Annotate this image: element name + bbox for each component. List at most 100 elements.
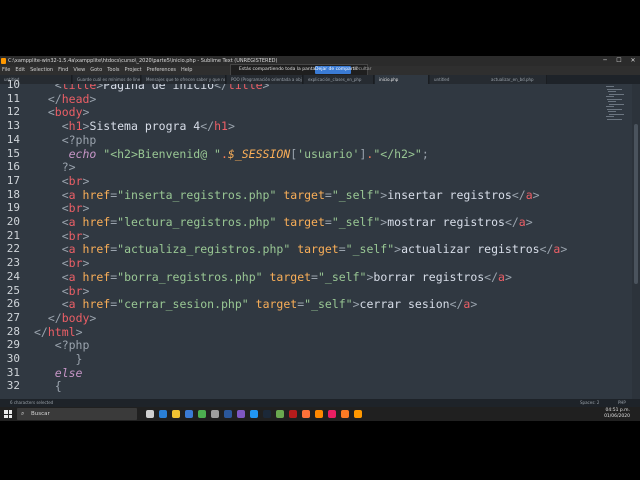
menu-edit[interactable]: Edit xyxy=(15,67,25,73)
line-number: 20 xyxy=(6,215,20,228)
vlc-icon[interactable] xyxy=(315,410,323,418)
start-icon[interactable] xyxy=(4,410,12,418)
scrollbar-thumb[interactable] xyxy=(634,124,638,284)
menu-file[interactable]: File xyxy=(2,67,10,73)
code-token: else xyxy=(54,365,83,380)
code-token: "cerrar_sesion.php" xyxy=(117,297,249,312)
menu-preferences[interactable]: Preferences xyxy=(147,67,176,73)
menu-tools[interactable]: Tools xyxy=(107,67,119,73)
filezilla-icon[interactable] xyxy=(289,410,297,418)
task-view-icon[interactable] xyxy=(146,410,154,418)
vscode-icon[interactable] xyxy=(250,410,258,418)
code-token: "_self" xyxy=(331,215,381,229)
code-token: html xyxy=(47,324,76,339)
tab-2[interactable]: Mensajes que te ofrecen saber y que no h… xyxy=(142,75,226,84)
minimap-line xyxy=(607,118,622,120)
sublime-text-icon[interactable] xyxy=(354,410,362,418)
visual-studio-icon[interactable] xyxy=(237,410,245,418)
code-token: a xyxy=(68,215,76,229)
close-icon[interactable]: ✕ xyxy=(626,56,640,66)
stop-sharing-button[interactable]: Dejar de compartir xyxy=(315,66,358,74)
code-line: <br> xyxy=(34,174,90,188)
code-token: href xyxy=(82,215,111,229)
menu-view[interactable]: View xyxy=(73,67,85,73)
code-token: > xyxy=(504,269,512,284)
menu-project[interactable]: Project xyxy=(125,67,142,73)
word-icon[interactable] xyxy=(224,410,232,418)
status-indentation[interactable]: Spaces: 2 xyxy=(580,399,599,407)
status-syntax[interactable]: PHP xyxy=(618,399,626,407)
tab-5[interactable]: inicio.php xyxy=(375,75,429,84)
store-icon[interactable] xyxy=(185,410,193,418)
code-token: "_self" xyxy=(345,242,395,257)
line-number: 19 xyxy=(6,201,20,215)
tab-8[interactable]: actualizar_en_bd.php xyxy=(487,75,547,84)
code-token: > xyxy=(89,310,97,325)
minimap-line xyxy=(606,86,614,87)
code-token: > xyxy=(82,201,90,216)
code-area[interactable]: <title>Página de inicio</title> </head> … xyxy=(34,84,604,399)
code-token: href xyxy=(82,242,111,257)
file-explorer-icon[interactable] xyxy=(172,410,180,418)
code-token: > xyxy=(525,215,533,229)
tab-4[interactable]: explicación_clases_en_php xyxy=(304,75,374,84)
code-line: <br> xyxy=(34,256,90,270)
code-token: > xyxy=(82,105,90,120)
minimap-line xyxy=(608,91,616,92)
code-token: "borra_registros.php" xyxy=(117,269,263,284)
tab-1[interactable]: Guarde cuál es mínimos de línea xyxy=(73,75,141,84)
code-token: > xyxy=(89,91,97,106)
hide-banner-link[interactable]: Ocultar xyxy=(355,65,372,75)
menu-goto[interactable]: Goto xyxy=(90,67,102,73)
share-banner-text: Estás compartiendo toda la pantalla. xyxy=(239,67,322,72)
system-clock[interactable]: 04:51 p.m. 01/06/2020 xyxy=(590,408,630,420)
vertical-scrollbar[interactable] xyxy=(632,84,640,409)
search-icon: ⌕ xyxy=(21,410,25,417)
line-number: 23 xyxy=(6,256,20,270)
firefox-icon[interactable] xyxy=(302,410,310,418)
chrome-icon[interactable] xyxy=(198,410,206,418)
code-token: </ xyxy=(504,215,519,229)
menu-help[interactable]: Help xyxy=(181,67,192,73)
taskbar-search[interactable]: ⌕ Buscar xyxy=(17,408,137,420)
windows-taskbar: ⌕ Buscar 04:51 p.m. 01/06/2020 xyxy=(0,407,640,421)
tab-6[interactable]: untitled xyxy=(430,75,488,84)
maximize-icon[interactable]: ☐ xyxy=(612,56,626,66)
menu-selection[interactable]: Selection xyxy=(30,67,53,73)
code-token: h1 xyxy=(214,119,228,134)
line-number: 21 xyxy=(6,228,20,242)
code-token: </ xyxy=(484,269,499,284)
minimap[interactable] xyxy=(604,84,632,124)
tab-3[interactable]: POO (Programación orientada a objetos) xyxy=(227,75,303,84)
paint-icon[interactable] xyxy=(328,410,336,418)
code-line: <a href="borra_registros.php" target="_s… xyxy=(34,270,512,284)
code-token: <?php xyxy=(54,338,90,353)
code-token: 'usuario' xyxy=(297,146,360,161)
menu-find[interactable]: Find xyxy=(58,67,68,73)
code-token: > xyxy=(82,228,90,243)
code-line: <a href = "actualiza_registros.php" target… xyxy=(34,242,568,257)
code-token: title xyxy=(227,84,263,92)
code-token: </ xyxy=(539,242,554,257)
edge-icon[interactable] xyxy=(159,410,167,418)
steam-icon[interactable] xyxy=(263,410,271,418)
xampp-icon[interactable] xyxy=(341,410,349,418)
code-token: "lectura_registros.php" xyxy=(117,215,277,229)
code-token: > xyxy=(227,119,235,134)
minimize-icon[interactable]: ─ xyxy=(598,56,612,66)
line-number: 32 xyxy=(6,379,20,393)
notepad-icon[interactable] xyxy=(276,410,284,418)
code-token: mostrar registros xyxy=(387,215,505,229)
minimap-line xyxy=(606,96,614,97)
settings-icon[interactable] xyxy=(211,410,219,418)
